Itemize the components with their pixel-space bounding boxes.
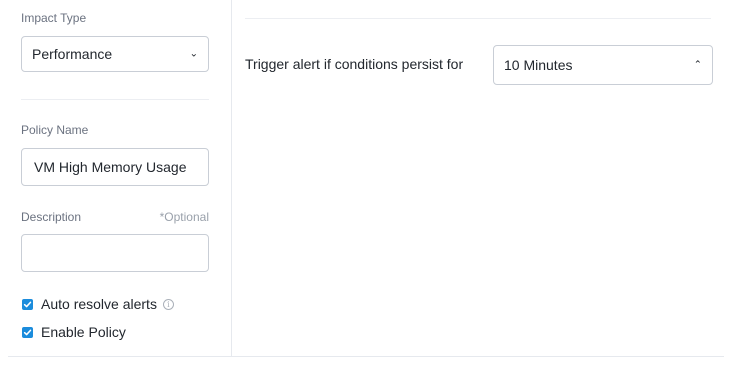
chevron-up-icon: ⌃ [693,59,702,71]
policy-name-value: VM High Memory Usage [34,159,187,175]
auto-resolve-checkbox[interactable] [22,298,33,310]
checkmark-icon [23,329,32,335]
section-divider [21,99,209,100]
trigger-duration-value: 10 Minutes [504,57,573,73]
impact-type-label: Impact Type [21,11,87,25]
description-label: Description [21,210,82,224]
policy-settings-panel: Impact Type Performance ⌄ Policy Name VM… [0,0,231,356]
enable-policy-checkbox-row[interactable]: Enable Policy [22,324,126,340]
top-divider [245,18,711,19]
optional-tag: *Optional [159,210,209,224]
enable-policy-checkbox[interactable] [22,326,33,338]
trigger-condition-text: Trigger alert if conditions persist for [245,56,464,72]
impact-type-select[interactable]: Performance ⌄ [21,36,209,72]
bottom-divider [8,356,724,357]
impact-type-value: Performance [32,46,113,62]
auto-resolve-label: Auto resolve alerts [41,296,157,312]
policy-name-input[interactable]: VM High Memory Usage [21,148,209,186]
auto-resolve-checkbox-row[interactable]: Auto resolve alerts i [22,296,174,312]
enable-policy-label: Enable Policy [41,324,126,340]
chevron-down-icon: ⌄ [189,48,198,60]
info-icon[interactable]: i [162,298,174,310]
description-input[interactable] [21,234,209,272]
trigger-duration-select[interactable]: 10 Minutes ⌃ [493,45,713,85]
policy-name-label: Policy Name [21,123,89,137]
checkmark-icon [23,301,32,307]
panel-divider [231,0,232,356]
